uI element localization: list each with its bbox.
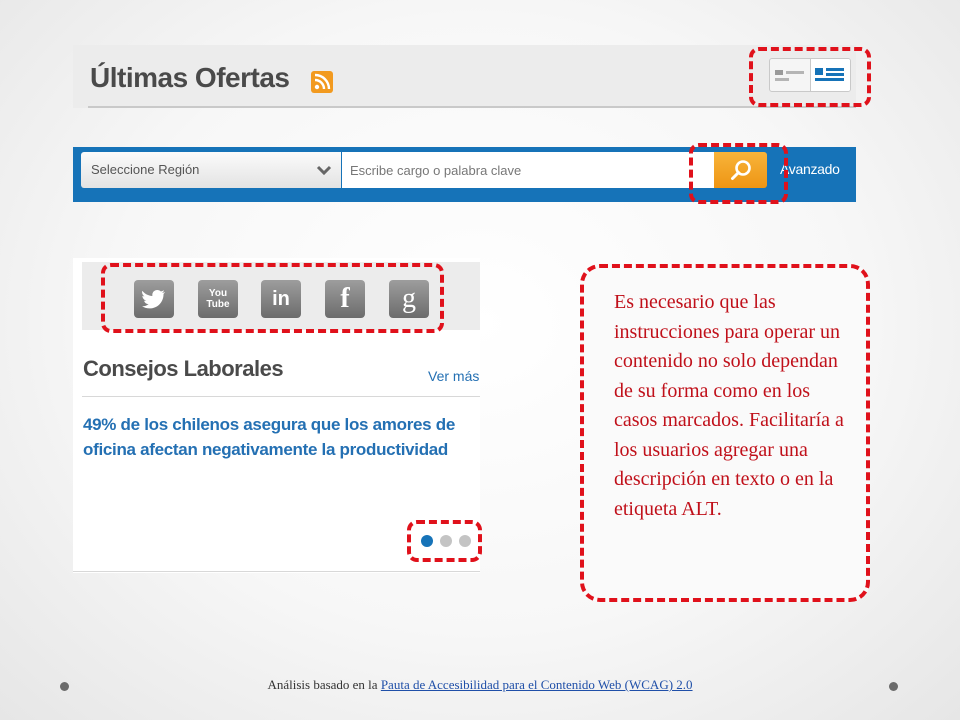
page-title: Últimas Ofertas — [90, 62, 290, 93]
accessibility-note-text: Es necesario que las instrucciones para … — [614, 291, 844, 520]
panel-bottom-divider — [73, 571, 480, 572]
footer-text: Análisis basado en la — [267, 677, 381, 692]
carousel-dots-marker — [407, 520, 482, 562]
section-divider — [82, 396, 480, 397]
search-input[interactable] — [342, 152, 714, 188]
section-title: Consejos Laborales — [83, 356, 284, 381]
advanced-search-link[interactable]: Avanzado — [780, 161, 840, 177]
article-link[interactable]: 49% de los chilenos asegura que los amor… — [83, 412, 473, 462]
wcag-link[interactable]: Pauta de Accesibilidad para el Contenido… — [381, 677, 693, 692]
view-toggle-marker — [749, 47, 871, 107]
header-divider — [88, 106, 856, 108]
social-icons-marker — [101, 263, 444, 333]
rss-icon[interactable] — [311, 71, 333, 93]
footer: Análisis basado en la Pauta de Accesibil… — [0, 677, 960, 693]
chevron-down-icon — [316, 165, 332, 175]
see-more-link[interactable]: Ver más — [428, 368, 479, 384]
search-button-marker — [689, 143, 788, 204]
region-select-label: Seleccione Región — [91, 162, 200, 177]
